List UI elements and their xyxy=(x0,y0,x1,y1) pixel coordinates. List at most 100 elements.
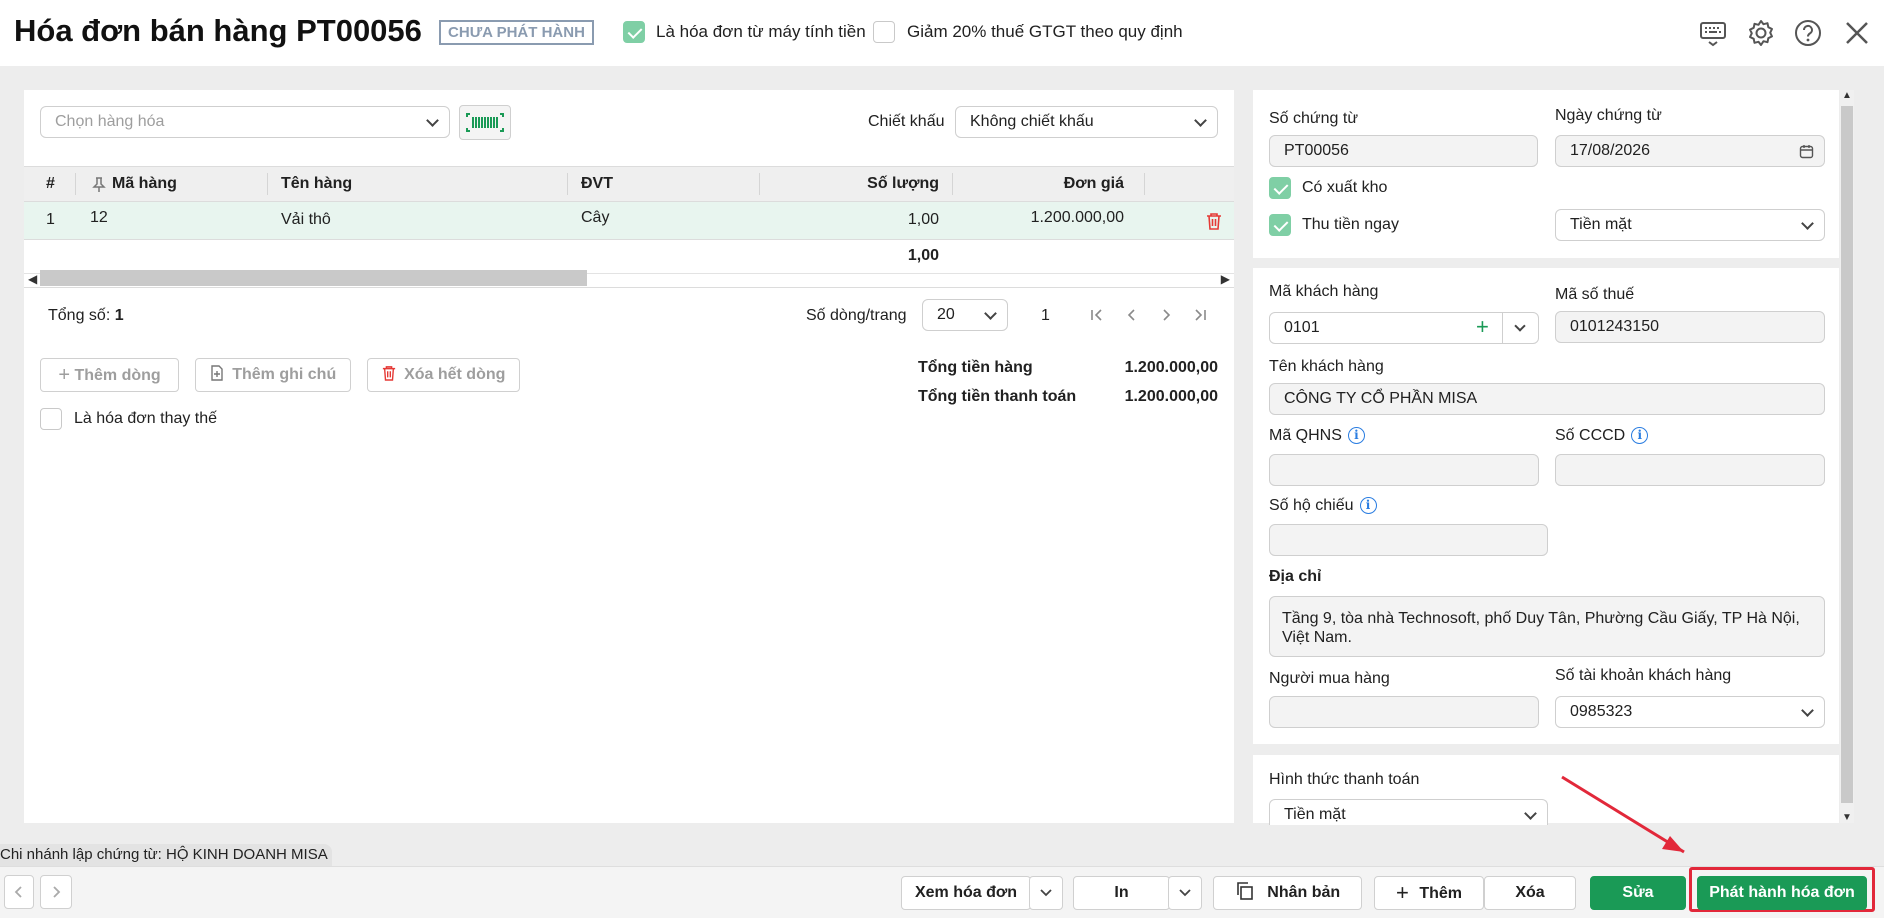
trash-icon[interactable] xyxy=(1206,212,1222,230)
view-invoice-button[interactable]: Xem hóa đơn xyxy=(901,876,1031,910)
info-icon[interactable]: i xyxy=(1359,497,1377,514)
discount-label: Chiết khấu xyxy=(868,113,945,130)
customer-account-label: Số tài khoản khách hàng xyxy=(1555,667,1732,684)
payment-total-label: Tổng tiền thanh toán xyxy=(918,388,1077,405)
address-input[interactable]: Tầng 9, tòa nhà Technosoft, phố Duy Tân,… xyxy=(1269,596,1825,657)
row-unit: Cây xyxy=(581,209,610,226)
barcode-button[interactable] xyxy=(459,105,511,140)
table-row[interactable]: 1 12 Vải thô Cây 1,00 1.200.000,00 xyxy=(24,202,1234,240)
chevron-down-icon xyxy=(1040,889,1052,897)
collect-method-select[interactable]: Tiền mặt xyxy=(1555,209,1825,241)
payment-total-value: 1.200.000,00 xyxy=(1124,388,1218,405)
col-price[interactable]: Đơn giá xyxy=(1064,175,1124,193)
first-page-icon[interactable] xyxy=(1090,308,1104,322)
help-icon[interactable] xyxy=(1793,18,1823,48)
barcode-icon xyxy=(466,113,504,132)
add-row-button[interactable]: + Thêm dòng xyxy=(40,358,179,392)
pin-icon[interactable] xyxy=(92,177,106,193)
delete-all-rows-button[interactable]: Xóa hết dòng xyxy=(367,358,520,392)
replacement-invoice-checkbox[interactable] xyxy=(40,408,62,430)
qty-total: 1,00 xyxy=(907,247,939,264)
close-icon[interactable] xyxy=(1842,18,1872,48)
edit-button[interactable]: Sửa xyxy=(1590,876,1686,910)
prev-page-icon[interactable] xyxy=(1125,308,1139,322)
tax-code-input[interactable]: 0101243150 xyxy=(1555,311,1825,343)
view-invoice-dropdown[interactable] xyxy=(1029,876,1063,910)
next-record-button[interactable] xyxy=(40,875,72,909)
prev-record-button[interactable] xyxy=(4,875,34,909)
tax-code-label: Mã số thuế xyxy=(1555,286,1635,303)
gear-icon[interactable] xyxy=(1746,18,1776,48)
scrollbar-thumb[interactable] xyxy=(1841,106,1853,803)
info-icon[interactable]: i xyxy=(1347,427,1365,444)
cash-register-checkbox[interactable] xyxy=(623,21,645,43)
product-select[interactable]: Chọn hàng hóa xyxy=(40,106,450,138)
branch-tab: Chi nhánh lập chứng từ: HỘ KINH DOANH MI… xyxy=(0,844,332,866)
customer-code-input[interactable]: 0101 + xyxy=(1269,312,1539,344)
duplicate-button[interactable]: Nhân bản xyxy=(1213,876,1362,910)
collect-now-checkbox[interactable] xyxy=(1269,214,1291,236)
subtotal-value: 1.200.000,00 xyxy=(1124,359,1218,376)
qhns-label: Mã QHNS i xyxy=(1269,427,1365,445)
chevron-down-icon xyxy=(1801,704,1814,717)
status-badge: CHƯA PHÁT HÀNH xyxy=(439,20,594,45)
export-stock-checkbox[interactable] xyxy=(1269,177,1291,199)
issue-invoice-button[interactable]: Phát hành hóa đơn xyxy=(1697,876,1867,910)
col-unit[interactable]: ĐVT xyxy=(581,175,613,193)
add-button[interactable]: + Thêm xyxy=(1374,876,1484,910)
delete-button[interactable]: Xóa xyxy=(1484,876,1576,910)
buyer-input[interactable] xyxy=(1269,696,1539,728)
col-qty[interactable]: Số lượng xyxy=(867,175,939,193)
scrollbar-thumb[interactable] xyxy=(40,270,587,286)
payment-method-select[interactable]: Tiền mặt xyxy=(1269,799,1548,825)
col-name[interactable]: Tên hàng xyxy=(281,175,352,193)
current-page: 1 xyxy=(1041,307,1050,324)
col-code[interactable]: Mã hàng xyxy=(112,175,177,193)
customer-account-select[interactable]: 0985323 xyxy=(1555,696,1825,728)
total-count: Tổng số: 1 xyxy=(48,307,124,324)
voucher-date-label: Ngày chứng từ xyxy=(1555,107,1662,124)
page-title: Hóa đơn bán hàng PT00056 xyxy=(14,13,422,48)
scroll-down-icon[interactable]: ▼ xyxy=(1842,812,1852,823)
calendar-icon[interactable] xyxy=(1799,144,1814,159)
passport-input[interactable] xyxy=(1269,524,1548,556)
row-qty: 1,00 xyxy=(907,211,939,228)
row-no: 1 xyxy=(46,211,55,228)
discount-value: Không chiết khấu xyxy=(970,113,1094,130)
last-page-icon[interactable] xyxy=(1193,308,1207,322)
rows-per-page-label: Số dòng/trang xyxy=(806,307,907,324)
customer-name-input[interactable]: CÔNG TY CỔ PHẦN MISA xyxy=(1269,383,1825,415)
cccd-input[interactable] xyxy=(1555,454,1825,486)
scroll-up-icon[interactable]: ▲ xyxy=(1842,90,1852,101)
chevron-down-icon xyxy=(984,307,997,320)
rows-per-page-select[interactable]: 20 xyxy=(922,299,1008,331)
address-label: Địa chỉ xyxy=(1269,568,1322,585)
horizontal-scrollbar[interactable]: ◀ ▶ xyxy=(24,270,1234,286)
print-dropdown[interactable] xyxy=(1168,876,1202,910)
vat-reduce-checkbox[interactable] xyxy=(873,21,895,43)
voucher-date-input[interactable]: 17/08/2026 xyxy=(1555,135,1825,167)
chevron-down-icon xyxy=(1194,114,1207,127)
row-price: 1.200.000,00 xyxy=(1030,209,1124,226)
export-stock-label: Có xuất kho xyxy=(1302,179,1388,196)
voucher-number-input[interactable]: PT00056 xyxy=(1269,135,1538,167)
discount-select[interactable]: Không chiết khấu xyxy=(955,106,1218,138)
qhns-input[interactable] xyxy=(1269,454,1539,486)
chevron-down-icon xyxy=(1524,807,1537,820)
cash-register-label: Là hóa đơn từ máy tính tiền xyxy=(656,22,866,41)
add-customer-icon[interactable]: + xyxy=(1476,312,1489,342)
payment-method-label: Hình thức thanh toán xyxy=(1269,771,1420,788)
next-page-icon[interactable] xyxy=(1159,308,1173,322)
vertical-scrollbar[interactable]: ▲ ▼ xyxy=(1840,90,1854,823)
print-button[interactable]: In xyxy=(1073,876,1170,910)
customer-code-label: Mã khách hàng xyxy=(1269,283,1379,300)
buyer-label: Người mua hàng xyxy=(1269,670,1390,687)
add-note-button[interactable]: Thêm ghi chú xyxy=(195,358,351,392)
scroll-left-icon[interactable]: ◀ xyxy=(28,272,37,286)
header: Hóa đơn bán hàng PT00056 CHƯA PHÁT HÀNH … xyxy=(0,0,1884,66)
chevron-down-icon[interactable] xyxy=(1514,320,1526,332)
vat-reduce-label: Giảm 20% thuế GTGT theo quy định xyxy=(907,22,1183,41)
keyboard-icon[interactable] xyxy=(1698,18,1728,48)
info-icon[interactable]: i xyxy=(1631,427,1649,444)
scroll-right-icon[interactable]: ▶ xyxy=(1221,272,1230,286)
